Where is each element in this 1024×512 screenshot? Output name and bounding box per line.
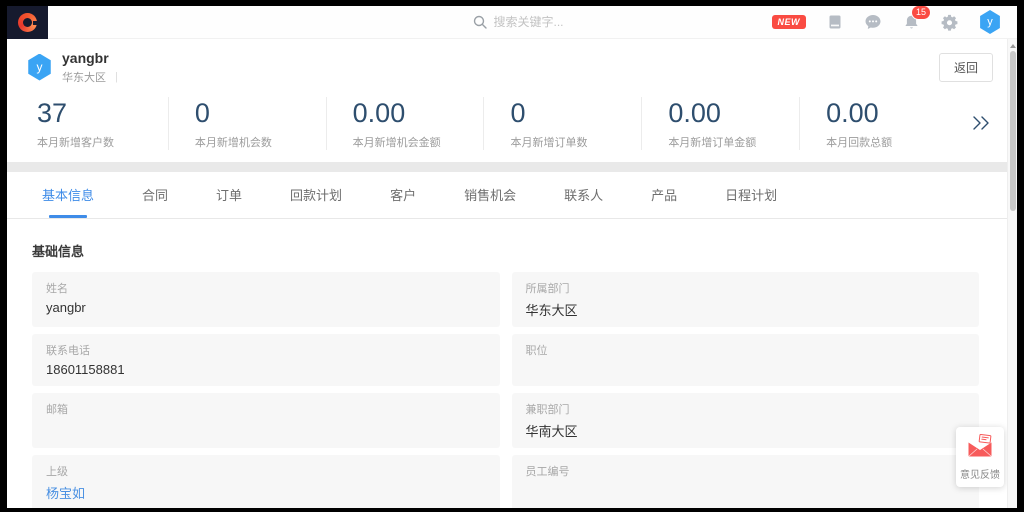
feedback-label: 意见反馈: [958, 466, 1002, 481]
stat-label: 本月新增客户数: [37, 134, 168, 150]
tab-contact[interactable]: 联系人: [564, 172, 603, 218]
field-label: 兼职部门: [526, 401, 966, 417]
profile-name: yangbr: [62, 49, 118, 67]
field-value: 华南大区: [526, 421, 966, 440]
stat-new-orders: 0 本月新增订单数: [483, 97, 641, 150]
stat-label: 本月回款总额: [826, 134, 957, 150]
field-name: 姓名 yangbr: [32, 272, 500, 327]
field-label: 所属部门: [526, 280, 966, 296]
field-secondary-department: 兼职部门 华南大区: [512, 393, 980, 448]
field-value: yangbr: [46, 300, 486, 316]
search-input[interactable]: [494, 15, 644, 29]
field-position: 职位: [512, 334, 980, 386]
profile-header: y yangbr 华东大区 | 返回: [7, 39, 1017, 95]
stat-label: 本月新增订单金额: [668, 134, 799, 150]
field-value: [526, 483, 966, 499]
stat-label: 本月新增机会金额: [353, 134, 484, 150]
stat-opportunity-amount: 0.00 本月新增机会金额: [326, 97, 484, 150]
field-label: 姓名: [46, 280, 486, 296]
field-email: 邮箱: [32, 393, 500, 448]
field-value: 华东大区: [526, 300, 966, 319]
stat-new-customers: 37 本月新增客户数: [37, 97, 168, 150]
back-button[interactable]: 返回: [939, 53, 993, 82]
avatar-initial: y: [987, 16, 993, 28]
scrollbar[interactable]: [1007, 39, 1017, 508]
stat-value: 0.00: [826, 97, 957, 131]
new-badge[interactable]: NEW: [772, 15, 807, 29]
app-logo[interactable]: [7, 6, 48, 39]
settings-gear-icon[interactable]: [941, 14, 958, 31]
stat-new-opportunities: 0 本月新增机会数: [168, 97, 326, 150]
stat-value: 0: [510, 97, 641, 131]
chat-icon[interactable]: [864, 13, 882, 31]
tab-basic-info[interactable]: 基本信息: [42, 172, 94, 218]
tab-product[interactable]: 产品: [651, 172, 677, 218]
feedback-button[interactable]: 意见反馈: [956, 427, 1004, 487]
field-label: 员工编号: [526, 463, 966, 479]
tab-contract[interactable]: 合同: [142, 172, 168, 218]
stat-label: 本月新增机会数: [195, 134, 326, 150]
tab-sales-opportunity[interactable]: 销售机会: [464, 172, 516, 218]
feedback-envelope-icon: [967, 434, 993, 458]
field-value: 18601158881: [46, 362, 486, 378]
supervisor-link[interactable]: 杨宝如: [46, 483, 486, 502]
stat-value: 0: [195, 97, 326, 131]
top-navbar: NEW 15: [7, 6, 1017, 39]
user-avatar[interactable]: y: [979, 10, 1001, 34]
tab-order[interactable]: 订单: [216, 172, 242, 218]
stat-value: 37: [37, 97, 168, 131]
field-department: 所属部门 华东大区: [512, 272, 980, 327]
section-divider: [7, 162, 1017, 172]
profile-info: yangbr 华东大区 |: [62, 49, 118, 85]
section-title: 基础信息: [32, 241, 979, 260]
stat-payment-total: 0.00 本月回款总额: [799, 97, 957, 150]
notebook-icon[interactable]: [827, 14, 843, 30]
tab-payment-plan[interactable]: 回款计划: [290, 172, 342, 218]
field-value: [526, 362, 966, 378]
profile-avatar-initial: y: [37, 60, 43, 74]
field-label: 上级: [46, 463, 486, 479]
field-label: 邮箱: [46, 401, 486, 417]
notifications-bell-icon[interactable]: 15: [903, 14, 920, 31]
profile-avatar: y: [27, 54, 52, 81]
basic-info-panel: 基础信息 姓名 yangbr 所属部门 华东大区 联系电话 1860115888…: [7, 219, 1017, 508]
stat-value: 0.00: [668, 97, 799, 131]
expand-stats-icon[interactable]: [957, 115, 1003, 131]
profile-department: 华东大区: [62, 69, 106, 85]
search-icon: [473, 15, 487, 29]
navbar-icons: NEW 15: [772, 10, 1002, 34]
stat-label: 本月新增订单数: [510, 134, 641, 150]
notification-count-badge: 15: [911, 6, 931, 20]
field-supervisor: 上级 杨宝如: [32, 455, 500, 508]
field-label: 联系电话: [46, 342, 486, 358]
form-grid: 姓名 yangbr 所属部门 华东大区 联系电话 18601158881 职位 …: [32, 272, 979, 508]
scrollbar-up-arrow[interactable]: [1010, 44, 1016, 48]
app-window: NEW 15: [7, 6, 1017, 508]
field-employee-id: 员工编号: [512, 455, 980, 508]
logo-c-icon: [18, 13, 37, 32]
stats-row: 37 本月新增客户数 0 本月新增机会数 0.00 本月新增机会金额 0 本月新…: [7, 95, 1017, 162]
tab-bar: 基本信息 合同 订单 回款计划 客户 销售机会 联系人 产品 日程计划: [7, 172, 1017, 219]
field-value: [46, 421, 486, 437]
department-divider: |: [115, 71, 118, 83]
profile-department-row: 华东大区 |: [62, 69, 118, 85]
field-phone: 联系电话 18601158881: [32, 334, 500, 386]
tab-customer[interactable]: 客户: [390, 172, 416, 218]
search-box[interactable]: [473, 15, 644, 29]
tab-schedule[interactable]: 日程计划: [725, 172, 777, 218]
stat-value: 0.00: [353, 97, 484, 131]
scrollbar-thumb[interactable]: [1010, 51, 1016, 211]
stat-order-amount: 0.00 本月新增订单金额: [641, 97, 799, 150]
field-label: 职位: [526, 342, 966, 358]
